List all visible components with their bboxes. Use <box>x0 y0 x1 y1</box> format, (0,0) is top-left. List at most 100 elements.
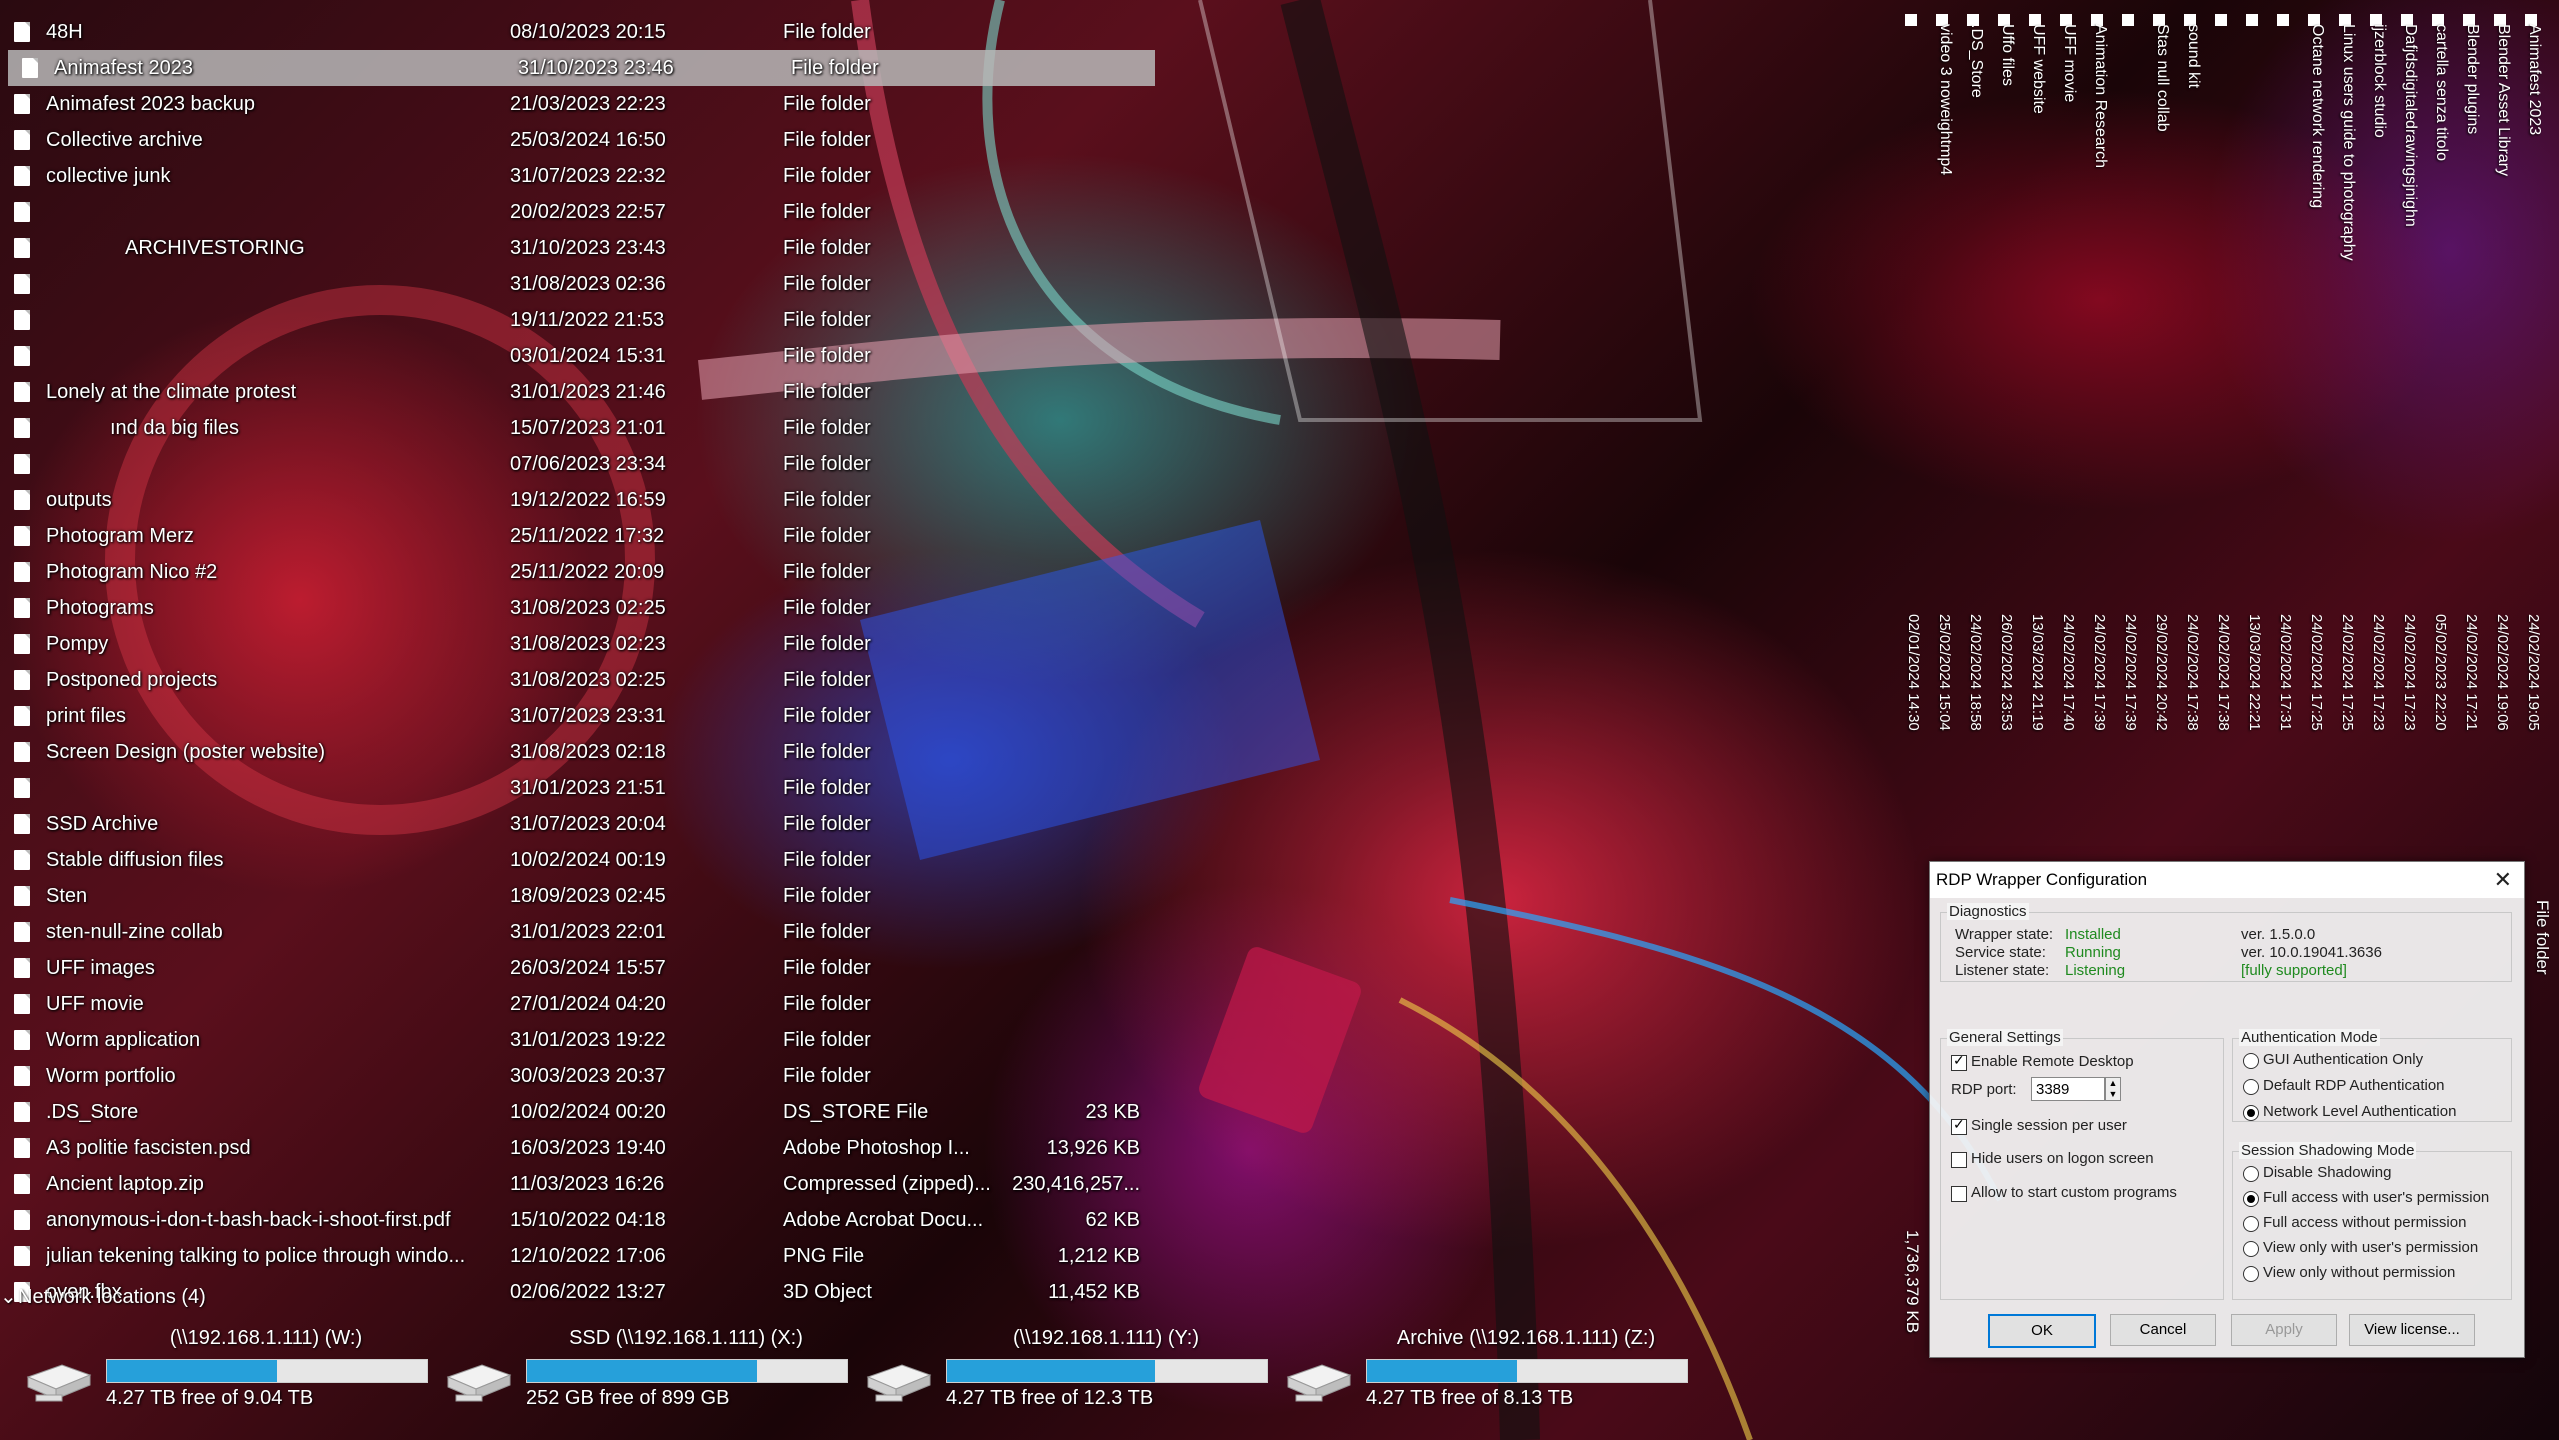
rotated-item-name[interactable]: cartella senza titolo <box>2432 24 2450 161</box>
auth-radio[interactable] <box>2243 1105 2259 1121</box>
enable-remote-desktop-checkbox[interactable] <box>1951 1052 1967 1071</box>
side-type-label: File folder <box>2533 900 2552 975</box>
rotated-item-name[interactable]: sound kit <box>2184 24 2202 88</box>
rotated-item-name[interactable]: Blender Asset Library <box>2494 24 2512 176</box>
drive-free-space: 4.27 TB free of 8.13 TB <box>1366 1387 1574 1409</box>
file-row[interactable]: A3 politie fascisten.psd 16/03/2023 19:40… <box>0 1130 1150 1166</box>
rotated-item-name[interactable]: Animation Research <box>2091 24 2109 168</box>
file-type: File folder <box>783 309 871 331</box>
cancel-button[interactable]: Cancel <box>2110 1314 2216 1346</box>
rotated-item-name[interactable]: video 3 noweightmp4 <box>1936 24 1954 175</box>
shadow-radio[interactable] <box>2243 1166 2259 1182</box>
shadow-radio[interactable] <box>2243 1191 2259 1207</box>
file-row[interactable]: Photograms 31/08/2023 02:25 File folder <box>0 590 1150 626</box>
file-row[interactable]: Photogram Merz 25/11/2022 17:32 File folde… <box>0 518 1150 554</box>
file-row[interactable]: sten-null-zine collab 31/01/2023 22:01 Fil… <box>0 914 1150 950</box>
rotated-item-name[interactable]: Animafest 2023 <box>2525 24 2543 135</box>
file-row[interactable]: outputs 19/12/2022 16:59 File folder <box>0 482 1150 518</box>
folder-icon <box>14 166 30 186</box>
drive-name: (\\192.168.1.111) (W:) <box>169 1327 363 1349</box>
shadow-radio[interactable] <box>2243 1216 2259 1232</box>
file-row[interactable]: print files 31/07/2023 23:31 File folder <box>0 698 1150 734</box>
file-row[interactable]: 20/02/2023 22:57 File folder <box>0 194 1150 230</box>
apply-button[interactable]: Apply <box>2231 1314 2337 1346</box>
auth-radio[interactable] <box>2243 1079 2259 1095</box>
chevron-down-icon[interactable]: ⌄ <box>0 1284 18 1309</box>
file-row[interactable]: 19/11/2022 21:53 File folder <box>0 302 1150 338</box>
custom-programs-checkbox[interactable] <box>1951 1186 1967 1202</box>
rotated-item-name[interactable]: UFF movie <box>2060 24 2078 102</box>
shadow-radio[interactable] <box>2243 1241 2259 1257</box>
network-drive[interactable]: Archive (\\192.168.1.111) (Z:) 4.27 TB fr… <box>1270 1325 1690 1415</box>
file-row[interactable]: Lonely at the climate protest 31/01/2023 … <box>0 374 1150 410</box>
file-row[interactable]: Postponed projects 31/08/2023 02:25 File f… <box>0 662 1150 698</box>
file-row[interactable]: Screen Design (poster website) 31/08/2023… <box>0 734 1150 770</box>
rotated-item-name[interactable]: Linux users guide to photography <box>2339 24 2357 261</box>
view-license-button[interactable]: View license... <box>2349 1314 2475 1346</box>
hide-users-checkbox[interactable] <box>1951 1152 1967 1168</box>
file-type: File folder <box>791 57 879 79</box>
close-icon[interactable]: ✕ <box>2494 862 2512 898</box>
file-row[interactable]: Animafest 2023 31/10/2023 23:46 File folde… <box>8 50 1155 86</box>
file-row[interactable]: Animafest 2023 backup 21/03/2023 22:23 Fil… <box>0 86 1150 122</box>
file-row[interactable]: collective junk 31/07/2023 22:32 File fold… <box>0 158 1150 194</box>
file-name: UFF images <box>46 957 155 979</box>
file-row[interactable]: 48H 08/10/2023 20:15 File folder <box>0 14 1150 50</box>
file-date: 15/10/2022 04:18 <box>510 1209 666 1231</box>
network-locations-header[interactable]: ⌄Network locations (4) <box>0 1284 206 1309</box>
file-type: File folder <box>783 957 871 979</box>
ok-button[interactable]: OK <box>1988 1314 2096 1348</box>
file-type: File folder <box>783 597 871 619</box>
file-name: outputs <box>46 489 112 511</box>
file-date: 08/10/2023 20:15 <box>510 21 666 43</box>
file-row[interactable]: Worm application 31/01/2023 19:22 File fol… <box>0 1022 1150 1058</box>
network-drive[interactable]: (\\192.168.1.111) (W:) 4.27 TB free of 9.… <box>10 1325 430 1415</box>
auth-radio[interactable] <box>2243 1053 2259 1069</box>
rotated-item-name[interactable]: Dafjdsdigitaledrawingsjnighn <box>2401 24 2419 227</box>
file-row[interactable]: UFF movie 27/01/2024 04:20 File folder <box>0 986 1150 1022</box>
file-row[interactable]: Ancient laptop.zip 11/03/2023 16:26 Compre… <box>0 1166 1150 1202</box>
single-session-checkbox[interactable] <box>1951 1116 1967 1135</box>
file-row[interactable]: 31/08/2023 02:36 File folder <box>0 266 1150 302</box>
network-drive-icon <box>26 1364 92 1402</box>
file-date: 31/01/2023 21:51 <box>510 777 666 799</box>
file-row[interactable]: Stable diffusion files 10/02/2024 00:19 Fi… <box>0 842 1150 878</box>
file-row[interactable]: julian tekening talking to police throug… <box>0 1238 1150 1274</box>
file-row[interactable]: 31/01/2023 21:51 File folder <box>0 770 1150 806</box>
rotated-item-name[interactable]: Octane network rendering <box>2308 24 2326 208</box>
file-row[interactable]: anonymous-i-don-t-bash-back-i-shoot-firs… <box>0 1202 1150 1238</box>
port-spinner[interactable]: ▲ ▼ <box>2105 1077 2121 1101</box>
file-row[interactable]: UFF images 26/03/2024 15:57 File folder <box>0 950 1150 986</box>
network-drive[interactable]: SSD (\\192.168.1.111) (X:) 252 GB free of… <box>430 1325 850 1415</box>
drive-usage-fill <box>1367 1360 1518 1382</box>
rotated-item-name[interactable]: .DS_Store <box>1967 24 1985 98</box>
file-row[interactable]: ınd da big files 15/07/2023 21:01 File fol… <box>0 410 1150 446</box>
rotated-item-name[interactable]: Stas null collab <box>2153 24 2171 132</box>
file-row[interactable]: .DS_Store 10/02/2024 00:20 DS_STORE File 23… <box>0 1094 1150 1130</box>
file-row[interactable]: Photogram Nico #2 25/11/2022 20:09 File fo… <box>0 554 1150 590</box>
file-row[interactable]: Worm portfolio 30/03/2023 20:37 File folde… <box>0 1058 1150 1094</box>
diagnostics-legend: Diagnostics <box>1947 903 2029 920</box>
rotated-item-name[interactable]: Blender plugins <box>2463 24 2481 134</box>
file-row[interactable]: Sten 18/09/2023 02:45 File folder <box>0 878 1150 914</box>
shadow-radio[interactable] <box>2243 1266 2259 1282</box>
rdp-port-input[interactable]: 3389 <box>2031 1077 2105 1101</box>
rotated-item-name[interactable]: Uffo files <box>1998 24 2016 86</box>
rotated-item-date: 29/02/2024 20:42 <box>2153 614 2170 731</box>
folder-icon <box>14 454 30 474</box>
rotated-item-name[interactable]: ijzerblock studio <box>2370 24 2388 138</box>
file-row[interactable]: Collective archive 25/03/2024 16:50 File f… <box>0 122 1150 158</box>
file-row[interactable]: SSD Archive 31/07/2023 20:04 File folder <box>0 806 1150 842</box>
dialog-titlebar[interactable]: RDP Wrapper Configuration ✕ <box>1930 862 2524 898</box>
file-type: File folder <box>783 129 871 151</box>
folder-icon <box>14 850 30 870</box>
file-row[interactable]: ARCHIVESTORING 31/10/2023 23:43 File folde… <box>0 230 1150 266</box>
folder-icon <box>14 670 30 690</box>
file-row[interactable]: 07/06/2023 23:34 File folder <box>0 446 1150 482</box>
file-row[interactable]: Pompy 31/08/2023 02:23 File folder <box>0 626 1150 662</box>
file-date: 31/08/2023 02:18 <box>510 741 666 763</box>
file-row[interactable]: 03/01/2024 15:31 File folder <box>0 338 1150 374</box>
file-size: 11,452 KB <box>1048 1281 1140 1303</box>
rotated-item-name[interactable]: UFF website <box>2029 24 2047 114</box>
network-drive[interactable]: (\\192.168.1.111) (Y:) 4.27 TB free of 12… <box>850 1325 1270 1415</box>
